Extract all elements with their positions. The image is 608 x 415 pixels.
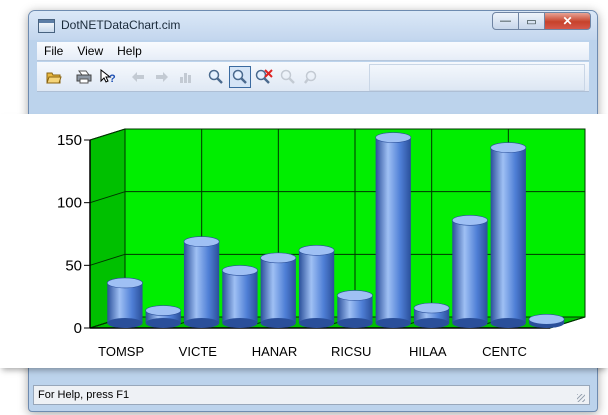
bar-top xyxy=(490,142,527,153)
bar-base xyxy=(183,318,220,329)
status-bar: For Help, press F1 xyxy=(33,385,590,405)
bar-base xyxy=(413,318,450,329)
close-button[interactable]: ✕ xyxy=(545,12,591,30)
x-tick-label: TOMSP xyxy=(98,344,144,359)
bar-body xyxy=(298,250,335,324)
caption-buttons: — ▭ ✕ xyxy=(492,12,591,30)
bar-base xyxy=(298,318,335,329)
open-folder-icon[interactable] xyxy=(43,66,65,88)
y-tick-label: 100 xyxy=(57,195,82,212)
bar-top xyxy=(106,277,143,289)
x-tick-label: VICTE xyxy=(179,344,218,359)
chart-type-icon[interactable] xyxy=(175,66,197,88)
x-tick-label: HANAR xyxy=(252,344,298,359)
zoom-icon[interactable] xyxy=(205,66,227,88)
x-tick-label: CENTC xyxy=(482,344,527,359)
bar-top xyxy=(413,302,450,314)
app-icon xyxy=(38,19,55,33)
window-title: DotNETDataChart.cim xyxy=(61,18,181,32)
title-bar[interactable]: DotNETDataChart.cim — ▭ ✕ xyxy=(29,11,597,40)
bar-top xyxy=(451,214,488,226)
bar-top xyxy=(298,245,335,256)
bar-body xyxy=(452,220,488,324)
menu-help[interactable]: Help xyxy=(110,44,149,58)
svg-text:?: ? xyxy=(109,73,116,85)
resize-grip[interactable] xyxy=(577,394,585,402)
maximize-button[interactable]: ▭ xyxy=(519,12,545,30)
zoom-box-icon[interactable] xyxy=(229,65,251,88)
menu-view[interactable]: View xyxy=(70,44,110,58)
bar-base xyxy=(107,318,143,329)
forward-arrow-icon[interactable] xyxy=(151,66,173,88)
toolbar-empty-area xyxy=(369,64,585,91)
bar-base xyxy=(260,318,296,329)
bar-top xyxy=(260,252,297,264)
toolbar: ? xyxy=(37,62,589,92)
menu-bar: File View Help xyxy=(37,42,589,61)
bar-top xyxy=(528,313,565,325)
bar-top xyxy=(145,305,182,316)
bar-base xyxy=(375,318,411,329)
bar-base xyxy=(452,318,488,329)
help-pointer-icon[interactable]: ? xyxy=(97,66,119,88)
zoom-out-icon[interactable] xyxy=(301,66,323,88)
status-text: For Help, press F1 xyxy=(38,389,130,401)
y-tick-label: 50 xyxy=(65,257,82,274)
bar-body xyxy=(490,147,526,324)
bar-body xyxy=(222,270,258,324)
x-tick-label: HILAA xyxy=(409,344,447,359)
toolbar-buttons: ? xyxy=(37,64,355,89)
bar-top xyxy=(183,236,220,247)
bar-base xyxy=(490,318,526,329)
print-icon[interactable] xyxy=(73,66,95,88)
y-tick-label: 0 xyxy=(74,320,82,337)
zoom-in-icon[interactable] xyxy=(277,66,299,88)
bar-chart: 0 50 100 150 TOMSP VICTE HANAR RICSU HILAA CENTC xyxy=(57,128,586,359)
bar-body xyxy=(375,137,411,324)
bar-base xyxy=(222,318,258,329)
y-tick-label: 150 xyxy=(57,132,82,149)
x-tick-label: RICSU xyxy=(331,344,371,359)
chart-panel: 0 50 100 150 TOMSP VICTE HANAR RICSU HILAA CENTC xyxy=(0,114,608,368)
back-arrow-icon[interactable] xyxy=(127,66,149,88)
bar-body xyxy=(183,241,220,324)
bar-top xyxy=(221,265,258,276)
bar-base xyxy=(337,318,373,329)
bar-top xyxy=(375,132,412,143)
menu-file[interactable]: File xyxy=(37,44,70,58)
bar-body xyxy=(107,282,143,324)
minimize-button[interactable]: — xyxy=(492,12,519,30)
bar-top xyxy=(336,290,373,301)
bar-body xyxy=(260,257,296,324)
zoom-reset-icon[interactable] xyxy=(253,66,275,88)
bar-base xyxy=(145,318,181,329)
